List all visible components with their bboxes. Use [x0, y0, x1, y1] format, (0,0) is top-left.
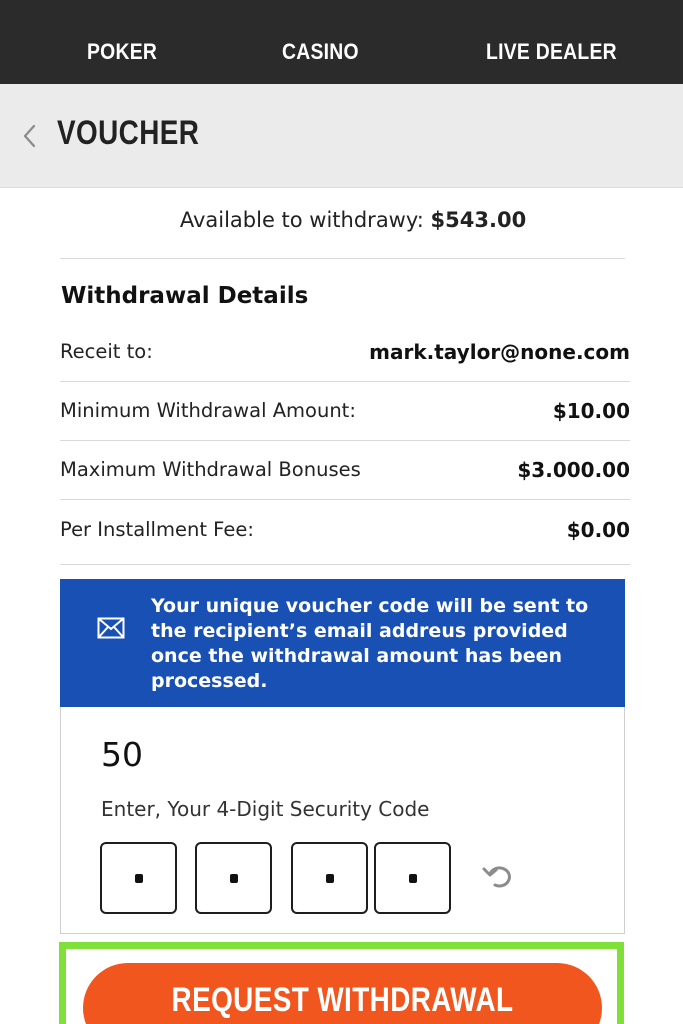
chevron-left-icon[interactable]: [18, 122, 42, 150]
detail-row-fee: Per Installment Fee: $0.00: [60, 502, 630, 565]
available-amount: $543.00: [430, 208, 527, 232]
detail-label: Per Installment Fee:: [60, 518, 254, 541]
security-code-digit-3[interactable]: [291, 842, 368, 914]
detail-value: $0.00: [566, 518, 630, 542]
notice-text: Your unique voucher code will be sent to…: [151, 595, 589, 692]
nav-item-live-dealer[interactable]: LIVE DEALER: [486, 0, 617, 84]
security-code-digit-1[interactable]: [100, 842, 177, 914]
detail-label: Minimum Withdrawal Amount:: [60, 399, 356, 422]
request-withdrawal-button[interactable]: REQUEST WITHDRAWAL: [83, 963, 602, 1024]
detail-value: $3.000.00: [517, 458, 630, 482]
available-balance: Available to withdrawy: $543.00: [0, 208, 683, 232]
masked-digit: [325, 874, 334, 883]
detail-label: Maximum Withdrawal Bonuses: [60, 458, 361, 481]
detail-row-minimum: Minimum Withdrawal Amount: $10.00: [60, 383, 630, 441]
top-navigation: POKER CASINO LIVE DEALER: [0, 0, 683, 84]
detail-value: mark.taylor@none.com: [369, 340, 630, 364]
detail-row-maximum: Maximum Withdrawal Bonuses $3.000.00: [60, 442, 630, 500]
masked-digit: [134, 874, 143, 883]
detail-label: Receit to:: [60, 340, 153, 363]
detail-value: $10.00: [552, 399, 630, 423]
section-title: Withdrawal Details: [61, 283, 309, 309]
security-code-digit-4[interactable]: [374, 842, 451, 914]
undo-icon[interactable]: [481, 860, 517, 894]
voucher-notice-banner: Your unique voucher code will be sent to…: [60, 579, 625, 707]
nav-item-casino[interactable]: CASINO: [282, 0, 359, 84]
page-title: VOUCHER: [57, 114, 200, 152]
amount-input[interactable]: 50: [101, 735, 143, 774]
masked-digit: [229, 874, 238, 883]
page-header: VOUCHER: [0, 84, 683, 188]
nav-item-poker[interactable]: POKER: [87, 0, 157, 84]
available-label: Available to withdrawy:: [179, 208, 424, 232]
cta-highlight-frame: REQUEST WITHDRAWAL: [59, 942, 624, 1024]
detail-row-recipient: Receit to: mark.taylor@none.com: [60, 324, 630, 382]
security-code-digit-2[interactable]: [195, 842, 272, 914]
request-withdrawal-label: REQUEST WITHDRAWAL: [171, 981, 514, 1019]
masked-digit: [408, 874, 417, 883]
security-code-label: Enter, Your 4-Digit Security Code: [101, 797, 430, 821]
withdrawal-form: 50 Enter, Your 4-Digit Security Code: [60, 707, 625, 934]
divider: [60, 258, 625, 259]
mail-icon: [97, 617, 125, 639]
